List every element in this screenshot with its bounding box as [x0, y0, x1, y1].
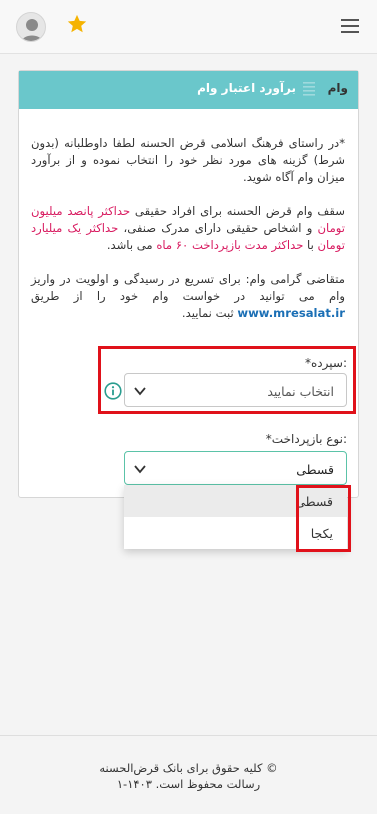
- top-bar: [0, 0, 377, 54]
- list-icon: [303, 82, 315, 96]
- repayment-select-value: قسطی: [296, 462, 334, 477]
- info-icon[interactable]: [104, 382, 122, 400]
- user-avatar-icon[interactable]: [16, 12, 46, 42]
- deposit-select-value: انتخاب نمایید: [267, 384, 334, 399]
- p2-text-c: با: [303, 238, 318, 252]
- p2-text-b: و اشخاص حقیقی دارای مدرک صنفی،: [118, 221, 318, 235]
- header-vam-label: وام: [327, 81, 348, 95]
- hamburger-menu-icon[interactable]: [340, 16, 360, 36]
- footer: © کلیه حقوق برای بانک قرض‌الحسنه رسالت م…: [0, 760, 377, 792]
- footer-divider: [0, 735, 377, 736]
- mresalat-link[interactable]: www.mresalat.ir: [237, 306, 345, 320]
- options-highlight-box: [296, 485, 351, 552]
- p2-highlight-3: حداکثر مدت بازپرداخت ۶۰ ماه: [156, 238, 304, 252]
- deposit-select[interactable]: انتخاب نمایید: [124, 373, 347, 407]
- online-request-paragraph: متقاضی گرامی وام: برای تسریع در رسیدگی و…: [31, 271, 345, 322]
- p3-text-b: ثبت نمایید.: [181, 306, 238, 320]
- intro-paragraph: *در راستای فرهنگ اسلامی قرض الحسنه لطفا …: [31, 136, 345, 184]
- p2-text-a: سقف وام قرض الحسنه برای افراد حقیقی: [130, 204, 345, 218]
- footer-copyright: © کلیه حقوق برای بانک قرض‌الحسنه: [99, 761, 278, 775]
- p3-text-a: متقاضی گرامی وام: برای تسریع در رسیدگی و…: [31, 272, 345, 303]
- footer-rights: رسالت محفوظ است. ۱۴۰۳-۱: [116, 777, 261, 791]
- star-icon[interactable]: [66, 13, 88, 35]
- card-title: برآورد اعتبار وام: [197, 81, 296, 95]
- repayment-label: *نوع بازپرداخت:: [265, 432, 347, 446]
- p2-text-d: می باشد.: [106, 238, 157, 252]
- loan-cap-paragraph: سقف وام قرض الحسنه برای افراد حقیقی حداک…: [31, 203, 345, 254]
- chevron-down-icon: [134, 465, 146, 474]
- chevron-down-icon: [134, 387, 146, 396]
- deposit-label: *سپرده:: [305, 356, 347, 370]
- card-header: وام برآورد اعتبار وام: [19, 71, 358, 109]
- repayment-select[interactable]: قسطی: [124, 451, 347, 485]
